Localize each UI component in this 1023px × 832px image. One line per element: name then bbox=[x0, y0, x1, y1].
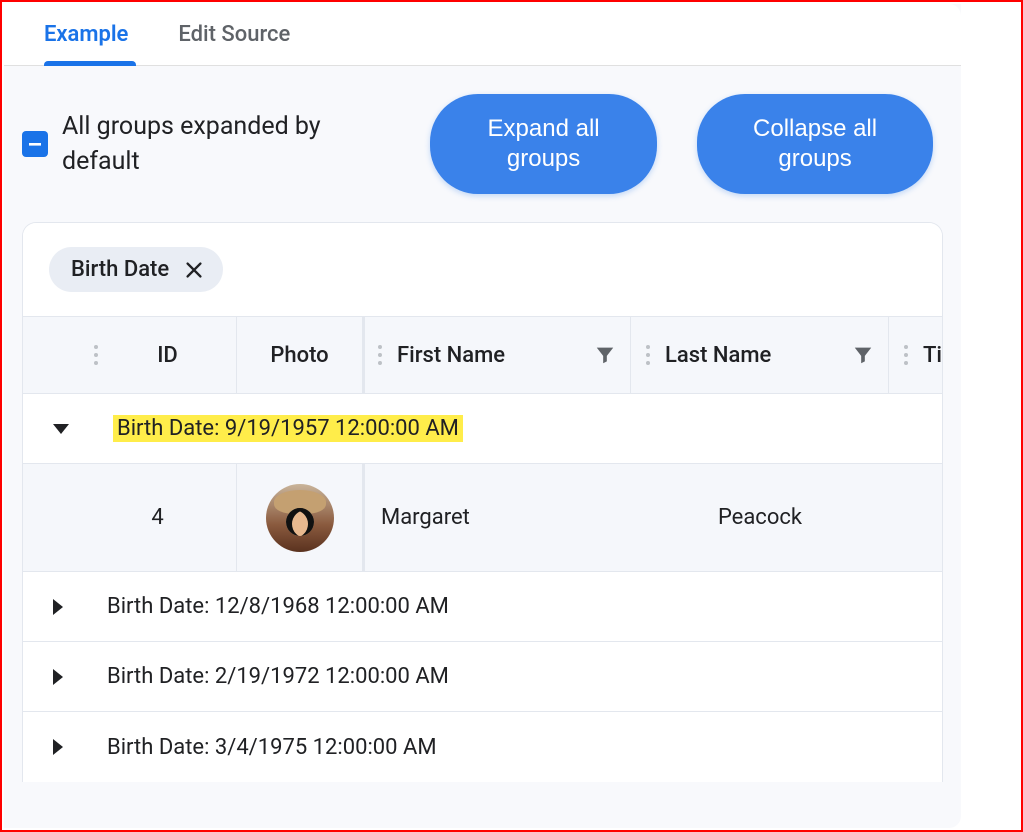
filter-icon[interactable] bbox=[594, 344, 616, 366]
column-menu-icon[interactable] bbox=[377, 344, 383, 366]
cell-last-name: Peacock bbox=[631, 464, 889, 571]
header-photo-label: Photo bbox=[251, 343, 348, 368]
group-row[interactable]: Birth Date: 2/19/1972 12:00:00 AM bbox=[23, 642, 942, 712]
data-grid: Birth Date ID Photo bbox=[22, 222, 943, 782]
group-header-text: Birth Date: 9/19/1957 12:00:00 AM bbox=[113, 415, 463, 442]
group-header-text: Birth Date: 12/8/1968 12:00:00 AM bbox=[107, 594, 449, 619]
header-last-name-label: Last Name bbox=[665, 343, 852, 368]
section-title: All groups expanded by default bbox=[62, 109, 402, 179]
remove-group-icon[interactable] bbox=[183, 259, 205, 281]
header-id-label: ID bbox=[113, 343, 222, 368]
column-menu-icon[interactable] bbox=[903, 344, 909, 366]
minus-icon bbox=[27, 136, 43, 152]
group-chip-label: Birth Date bbox=[71, 257, 169, 282]
avatar bbox=[266, 484, 334, 552]
cell-photo bbox=[237, 464, 363, 571]
column-menu-icon[interactable] bbox=[645, 344, 651, 366]
cell-id: 4 bbox=[79, 464, 237, 571]
grid-header-row: ID Photo First Name bbox=[23, 316, 942, 394]
tabs-bar: Example Edit Source bbox=[4, 4, 961, 66]
group-header-text: Birth Date: 2/19/1972 12:00:00 AM bbox=[107, 664, 449, 689]
header-photo[interactable]: Photo bbox=[237, 317, 363, 393]
chevron-down-icon[interactable] bbox=[53, 424, 69, 434]
header-last-name[interactable]: Last Name bbox=[631, 317, 889, 393]
header-expand-column bbox=[23, 317, 79, 393]
header-title-label: Title bbox=[923, 343, 942, 368]
column-menu-icon[interactable] bbox=[93, 344, 99, 366]
header-first-name-label: First Name bbox=[397, 343, 594, 368]
chevron-right-icon[interactable] bbox=[53, 669, 63, 685]
cell-title: Sal bbox=[889, 464, 942, 571]
group-row[interactable]: Birth Date: 9/19/1957 12:00:00 AM bbox=[23, 394, 942, 464]
header-first-name[interactable]: First Name bbox=[363, 317, 631, 393]
table-row[interactable]: 4 Margaret Peacock Sal bbox=[23, 464, 942, 572]
group-row[interactable]: Birth Date: 3/4/1975 12:00:00 AM bbox=[23, 712, 942, 782]
expand-all-button[interactable]: Expand all groups bbox=[430, 94, 657, 194]
chevron-right-icon[interactable] bbox=[53, 739, 63, 755]
cell-expand bbox=[23, 464, 79, 571]
group-panel: Birth Date bbox=[23, 223, 942, 316]
section-collapse-toggle[interactable] bbox=[22, 131, 48, 157]
top-bar: All groups expanded by default Expand al… bbox=[4, 66, 961, 222]
chevron-right-icon[interactable] bbox=[53, 599, 63, 615]
tab-example[interactable]: Example bbox=[44, 22, 128, 65]
tab-edit-source[interactable]: Edit Source bbox=[178, 22, 290, 65]
group-row[interactable]: Birth Date: 12/8/1968 12:00:00 AM bbox=[23, 572, 942, 642]
app-frame: Example Edit Source All groups expanded … bbox=[0, 0, 1023, 832]
collapse-all-button[interactable]: Collapse all groups bbox=[697, 94, 933, 194]
cell-first-name: Margaret bbox=[363, 464, 631, 571]
header-id[interactable]: ID bbox=[79, 317, 237, 393]
group-chip-birth-date[interactable]: Birth Date bbox=[49, 247, 223, 292]
group-header-text: Birth Date: 3/4/1975 12:00:00 AM bbox=[107, 735, 437, 760]
filter-icon[interactable] bbox=[852, 344, 874, 366]
header-title[interactable]: Title bbox=[889, 317, 942, 393]
content-area: Example Edit Source All groups expanded … bbox=[4, 4, 961, 828]
